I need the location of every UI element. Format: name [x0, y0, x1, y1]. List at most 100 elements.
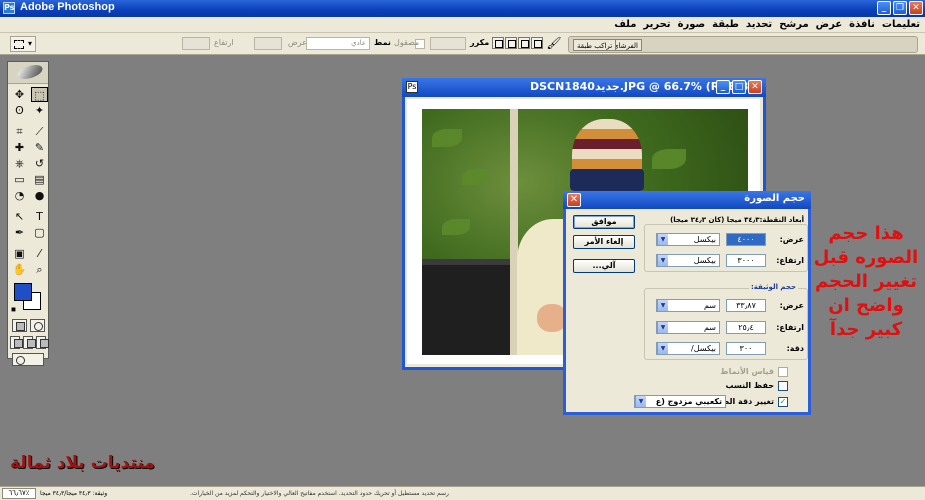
pixel-height-unit: بيكسل — [693, 256, 716, 265]
document-window-controls: _ □ ✕ — [716, 80, 762, 94]
intersect-selection-icon[interactable] — [531, 37, 543, 49]
menu-file[interactable]: ملف — [613, 18, 637, 31]
resolution-unit: بيكسل/ — [691, 344, 716, 353]
chevron-down-icon: ▼ — [657, 322, 668, 333]
ok-button[interactable]: موافق — [573, 215, 635, 229]
palette-well: الفرشاي تراكب طبقة — [568, 36, 918, 53]
eraser-tool-icon[interactable]: ▭ — [11, 172, 28, 187]
doc-width-unit: سم — [703, 301, 716, 310]
dialog-close-button[interactable]: ✕ — [567, 193, 581, 207]
chevron-down-icon: ▼ — [657, 343, 668, 354]
minimize-button[interactable]: _ — [877, 1, 891, 15]
menu-view[interactable]: عرض — [815, 18, 844, 31]
scale-styles-checkbox[interactable] — [778, 367, 788, 377]
toolbox: ✥ ⬚ ʘ ✦ ⌗ ⟋ ✚ ✎ ⎈ ↺ ▭ ▤ ◔ ● ↖ T ✒ ▢ ▣ ⁄ ✋ ⌕ ◼ — [7, 61, 49, 366]
new-selection-icon[interactable] — [492, 37, 504, 49]
shape-tool-icon[interactable]: ▢ — [31, 225, 48, 240]
width-label: عرض — [288, 38, 307, 47]
dialog-title-bar[interactable]: حجم الصورة ✕ — [563, 191, 811, 209]
restore-button[interactable]: ❐ — [893, 1, 907, 15]
pen-tool-icon[interactable]: ✒ — [11, 225, 28, 240]
notes-tool-icon[interactable]: ▣ — [11, 246, 28, 261]
gradient-tool-icon[interactable]: ▤ — [31, 172, 48, 187]
options-bar: ▾ ارتفاع عرض عادي نمط مصقول حد مكرر 🖌 ال… — [0, 33, 925, 55]
quick-mask-icon[interactable] — [29, 319, 45, 332]
close-button[interactable]: ✕ — [909, 1, 923, 15]
document-minimize-button[interactable]: _ — [716, 80, 730, 94]
path-selection-tool-icon[interactable]: ↖ — [11, 209, 28, 224]
subtract-selection-icon[interactable] — [518, 37, 530, 49]
feather-field[interactable] — [430, 37, 466, 50]
zoom-tool-icon[interactable]: ⌕ — [31, 262, 48, 277]
pixel-width-input[interactable]: ٤٠٠٠ — [726, 233, 766, 246]
foreground-color-swatch[interactable] — [14, 283, 32, 301]
document-icon: Ps — [406, 81, 418, 93]
screen-mode-full-icon[interactable] — [36, 336, 49, 349]
marquee-tool-icon[interactable]: ⬚ — [31, 87, 48, 102]
document-maximize-button[interactable]: □ — [732, 80, 746, 94]
pixel-height-unit-select[interactable]: بيكسل ▼ — [656, 254, 720, 267]
brush-tool-icon[interactable]: ✎ — [31, 140, 48, 155]
jump-to-imageready-icon[interactable] — [12, 353, 44, 366]
doc-width-unit-select[interactable]: سم ▼ — [656, 299, 720, 312]
toolbox-separator — [11, 241, 49, 245]
doc-height-input[interactable]: ٢٥٫٤ — [726, 321, 766, 334]
menu-image[interactable]: صورة — [677, 18, 707, 31]
history-brush-tool-icon[interactable]: ↺ — [31, 156, 48, 171]
pixel-width-unit-select[interactable]: بيكسل ▼ — [656, 233, 720, 246]
height-field[interactable] — [182, 37, 210, 50]
dodge-tool-icon[interactable]: ● — [31, 188, 48, 203]
menu-layer[interactable]: طبقة — [711, 18, 740, 31]
photoshop-app-icon[interactable]: Ps — [3, 2, 15, 14]
palette-tab-layer-comps[interactable]: تراكب طبقة — [573, 39, 617, 51]
pixel-height-input[interactable]: ٣٠٠٠ — [726, 254, 766, 267]
default-colors-icon[interactable]: ◼ — [11, 306, 18, 313]
resolution-input[interactable]: ٣٠٠ — [726, 342, 766, 355]
chevron-down-icon: ▾ — [28, 39, 33, 48]
healing-brush-tool-icon[interactable]: ✚ — [11, 140, 28, 155]
standard-mode-icon[interactable] — [11, 319, 27, 332]
screen-mode-full-menu-icon[interactable] — [23, 336, 36, 349]
status-bar: ٦٦٫٦٧٪ وثيقة: ٣٤٫٣ ميجا/٣٤٫٣ ميجا رسم تح… — [0, 486, 925, 500]
move-tool-icon[interactable]: ✥ — [11, 87, 28, 102]
photoshop-feather-icon[interactable] — [15, 62, 45, 82]
menu-select[interactable]: تحديد — [745, 18, 773, 31]
brushes-palette-icon[interactable]: 🖌 — [546, 36, 562, 52]
menu-bar: ملف تحرير صورة طبقة تحديد مرشح عرض نافذة… — [0, 17, 925, 33]
doc-height-unit-select[interactable]: سم ▼ — [656, 321, 720, 334]
document-title-bar[interactable]: Ps DSCN1840جديد.JPG @ 66.7% (RGB/8) _ □ … — [402, 78, 766, 97]
toolbox-header — [8, 62, 48, 84]
eyedropper-tool-icon[interactable]: ⁄ — [31, 246, 48, 261]
chevron-down-icon: ▼ — [635, 396, 646, 407]
cancel-button[interactable]: إلغاء الأمر — [573, 235, 635, 249]
menu-help[interactable]: تعليمات — [881, 18, 921, 31]
crop-tool-icon[interactable]: ⌗ — [11, 124, 28, 139]
blur-tool-icon[interactable]: ◔ — [11, 188, 28, 203]
pixel-height-label: ارتفاع: — [776, 256, 804, 265]
resample-checkbox[interactable]: ✓ — [778, 397, 788, 407]
menu-window[interactable]: نافذة — [848, 18, 876, 31]
red-annotation-text: هذا حجم الصوره قبل تغيير الحجم واضح ان ك… — [808, 222, 924, 342]
clone-stamp-tool-icon[interactable]: ⎈ — [11, 156, 28, 171]
hand-tool-icon[interactable]: ✋ — [11, 262, 28, 277]
slice-tool-icon[interactable]: ⟋ — [31, 124, 48, 139]
auto-button[interactable]: آلي... — [573, 259, 635, 273]
resample-method-select[interactable]: تكعيبي مزدوج (ع ▼ — [634, 395, 726, 408]
document-info[interactable]: وثيقة: ٣٤٫٣ ميجا/٣٤٫٣ ميجا — [40, 488, 107, 499]
zoom-level-field[interactable]: ٦٦٫٦٧٪ — [2, 488, 36, 499]
document-close-button[interactable]: ✕ — [748, 80, 762, 94]
style-select[interactable]: عادي — [306, 37, 370, 50]
constrain-proportions-checkbox[interactable] — [778, 381, 788, 391]
width-field[interactable] — [254, 37, 282, 50]
menu-filter[interactable]: مرشح — [778, 18, 809, 31]
magic-wand-tool-icon[interactable]: ✦ — [31, 103, 48, 118]
menu-items: ملف تحرير صورة طبقة تحديد مرشح عرض نافذة… — [613, 18, 921, 31]
resolution-unit-select[interactable]: بيكسل/ ▼ — [656, 342, 720, 355]
doc-width-input[interactable]: ٣٣٫٨٧ — [726, 299, 766, 312]
menu-edit[interactable]: تحرير — [642, 18, 671, 31]
screen-mode-standard-icon[interactable] — [10, 336, 23, 349]
lasso-tool-icon[interactable]: ʘ — [11, 103, 28, 118]
type-tool-icon[interactable]: T — [31, 209, 48, 224]
tool-preset-picker[interactable]: ▾ — [10, 36, 36, 52]
add-selection-icon[interactable] — [505, 37, 517, 49]
